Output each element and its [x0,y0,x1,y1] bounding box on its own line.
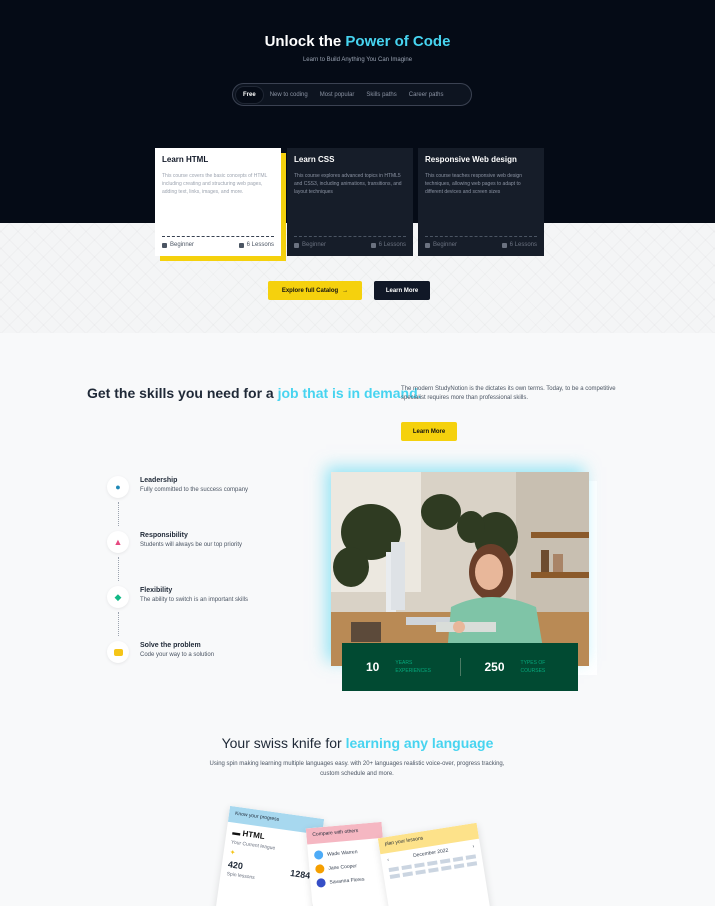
course-description: This course explores advanced topics in … [294,173,402,195]
tab-most-popular[interactable]: Most popular [315,87,360,103]
graduation-cap-icon: ▲ [107,531,129,553]
avatar [316,878,326,888]
course-title: Learn CSS [294,155,335,164]
tab-skills-paths[interactable]: Skills paths [361,87,401,103]
stats-banner: 10 YEARS EXPERIENCES 250 TYPES OF COURSES [342,643,578,691]
knife-heading: Your swiss knife for learning any langua… [221,735,494,751]
list-item: Jane Cooper [314,859,380,874]
skills-heading: Get the skills you need for a job that i… [87,385,422,401]
course-level: Beginner [170,242,195,248]
feature-title: Responsibility [140,532,188,539]
chevron-left-icon: ‹ [386,856,390,864]
stat-label: TYPES OF COURSES [520,660,546,674]
skills-learn-more-button[interactable]: Learn More [401,422,457,441]
feature-title: Leadership [140,477,178,484]
stat-value: 250 [484,660,505,674]
course-title: Learn HTML [162,155,209,164]
explore-catalog-button[interactable]: Explore full Catalog → [268,281,362,300]
avatar [313,850,324,860]
course-description: This course covers the basic concepts of… [162,173,268,195]
code-icon [107,641,129,663]
arrow-right-icon: → [342,287,349,294]
progress-number: 1284 [289,868,311,881]
course-lessons: 6 Lessons [509,242,537,248]
course-level: Beginner [302,242,327,248]
hierarchy-icon [370,242,376,248]
tab-new-to-coding[interactable]: New to coding [265,87,313,103]
hierarchy-icon [501,242,507,248]
avatar [314,864,325,874]
laptop-icon: ▬ [231,827,242,838]
skills-description: The modern StudyNotion is the dictates i… [401,386,616,401]
feature-responsibility: ▲ Responsibility Students will always be… [107,531,242,553]
stat-label: YEARS EXPERIENCES [395,660,431,674]
student-photo [331,472,589,666]
diamond-icon: ◆ [107,586,129,608]
course-card-responsive[interactable]: Responsive Web design This course teache… [418,148,544,256]
users-icon [294,242,299,248]
feature-title: Solve the problem [140,642,201,649]
feature-description: The ability to switch is an important sk… [140,597,249,603]
course-card-css[interactable]: Learn CSS This course explores advanced … [287,148,413,256]
tab-career-paths[interactable]: Career paths [404,87,449,103]
stat-years: 10 YEARS EXPERIENCES [342,659,460,675]
feature-solve-problem: Solve the problem Code your way to a sol… [107,641,214,663]
course-lessons: 6 Lessons [246,242,274,248]
users-icon [162,242,167,248]
stat-value: 10 [366,660,380,674]
feature-title: Flexibility [140,587,173,594]
tab-free[interactable]: Free [236,86,263,103]
explore-catalog-label: Explore full Catalog [281,287,339,294]
feature-connector [118,557,119,581]
course-level: Beginner [433,242,458,248]
list-item: Savanna Flores [316,873,381,888]
users-icon [425,242,430,248]
plan-card: plan your lessons ‹ December 2022 › [377,822,493,906]
course-tabs: Free New to coding Most popular Skills p… [232,83,472,106]
feature-description: Fully committed to the success company [140,487,249,493]
feature-flexibility: ◆ Flexibility The ability to switch is a… [107,586,248,608]
learn-more-button[interactable]: Learn More [374,281,430,300]
list-item: Wade Warren [313,845,379,860]
hero-subtitle: Learn to Build Anything You Can Imagine [302,57,413,63]
compare-card: Compare with others Wade Warren Jane Coo… [305,821,391,906]
calendar-month: December 2022 [412,847,449,860]
knife-description: Using spin making learning multiple lang… [209,761,505,777]
course-title: Responsive Web design [425,155,517,164]
feature-description: Code your way to a solution [140,652,215,658]
stat-courses: 250 TYPES OF COURSES [461,659,579,675]
course-footer: Beginner 6 Lessons [294,236,406,248]
course-footer: Beginner 6 Lessons [425,236,537,248]
hierarchy-icon [238,242,244,248]
course-lessons: 6 Lessons [378,242,406,248]
hero-title: Unlock the Power of Code [264,33,451,50]
course-description: This course teaches responsive web desig… [425,173,522,195]
feature-description: Students will always be our top priority [140,542,243,548]
feature-leadership: ● Leadership Fully committed to the succ… [107,476,248,498]
course-card-html[interactable]: Learn HTML This course covers the basic … [155,148,281,256]
chevron-right-icon: › [472,843,475,850]
feature-connector [118,502,119,526]
medal-icon: ● [107,476,129,498]
feature-connector [118,612,119,636]
progress-number: 420 [227,859,244,872]
course-footer: Beginner 6 Lessons [162,236,274,248]
